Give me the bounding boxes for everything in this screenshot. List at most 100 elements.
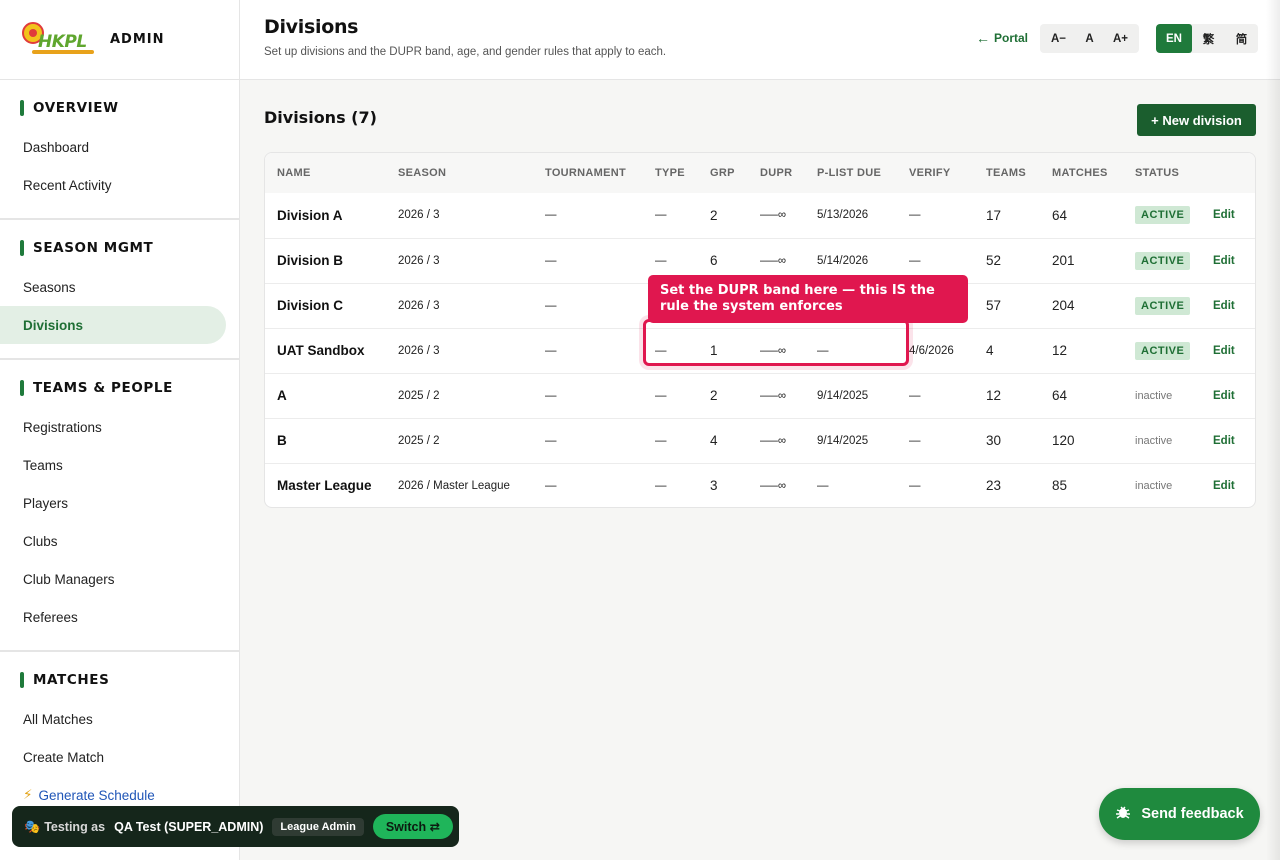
table-row[interactable]: A 2025 / 2 — — 2 —–∞ 9/14/2025 — 12 64 inactive Edi… — [265, 373, 1255, 418]
nav-section-overview: OVERVIEW Dashboard Recent Activity — [0, 80, 239, 220]
season-cell: 2025 / 2 — [398, 434, 440, 447]
lang-en-button[interactable]: EN — [1156, 24, 1192, 53]
sidebar-item-recent-activity[interactable]: Recent Activity — [0, 166, 226, 204]
type-cell: — — [655, 389, 667, 402]
type-cell: — — [655, 209, 667, 222]
status-cell: ACTIVE — [1123, 238, 1201, 283]
matches-cell: 12 — [1052, 343, 1068, 358]
font-increase-button[interactable]: A+ — [1105, 26, 1136, 51]
dupr-cell: —–∞ — [760, 434, 787, 447]
season-cell: 2026 / 3 — [398, 299, 440, 312]
status-badge: inactive — [1135, 479, 1173, 492]
column-header: NAME — [277, 167, 311, 179]
edit-link[interactable]: Edit — [1213, 345, 1235, 357]
hkpl-logo[interactable]: HKPL — [20, 20, 96, 60]
sidebar-item-create-match[interactable]: Create Match — [0, 738, 226, 776]
tournament-cell: — — [545, 479, 557, 492]
season-cell: 2026 / 3 — [398, 344, 440, 357]
edit-link[interactable]: Edit — [1213, 255, 1235, 267]
edit-link[interactable]: Edit — [1213, 300, 1235, 312]
table-row[interactable]: UAT Sandbox 2026 / 3 — — 1 —–∞ — 4/6/2026 4 12 ACT… — [265, 328, 1255, 373]
teams-cell: 30 — [986, 433, 1002, 448]
division-name-cell: UAT Sandbox — [277, 343, 365, 358]
status-badge: inactive — [1135, 389, 1173, 402]
edit-link[interactable]: Edit — [1213, 209, 1235, 221]
matches-cell: 85 — [1052, 478, 1068, 494]
divisions-table-card: NAME SEASON TOURNAMENT TYPE GRP DUPR P-LIST DU… — [264, 152, 1256, 508]
matches-cell: 120 — [1052, 433, 1075, 448]
sidebar-item-registrations[interactable]: Registrations — [0, 408, 226, 446]
tournament-cell: — — [545, 389, 557, 402]
status-badge: ACTIVE — [1135, 206, 1191, 225]
status-cell: ACTIVE — [1123, 328, 1201, 373]
dupr-cell: —–∞ — [760, 209, 787, 222]
new-division-button[interactable]: + New division — [1137, 104, 1256, 136]
sidebar-item-all-matches[interactable]: All Matches — [0, 700, 226, 738]
column-header: STATUS — [1135, 167, 1180, 179]
sidebar-item-seasons[interactable]: Seasons — [0, 268, 226, 306]
dupr-cell: —–∞ — [760, 344, 787, 357]
sidebar-item-divisions[interactable]: Divisions — [0, 306, 226, 344]
nav-section-matches: MATCHES All Matches Create Match ⚡ Gener… — [0, 652, 239, 828]
nav-section-season-mgmt: SEASON MGMT Seasons Divisions — [0, 220, 239, 360]
sidebar-item-label: Generate Schedule — [38, 787, 155, 803]
section-title: OVERVIEW — [33, 100, 119, 116]
onboarding-tooltip: Set the DUPR band here — this IS the rul… — [648, 275, 968, 323]
sidebar-item-club-managers[interactable]: Club Managers — [0, 560, 226, 598]
edit-link[interactable]: Edit — [1213, 390, 1235, 402]
table-row[interactable]: Division A 2026 / 3 — — 2 —–∞ 5/13/2026 — 17 64 AC… — [265, 193, 1255, 238]
portal-link[interactable]: ← Portal — [976, 30, 1028, 46]
edit-link[interactable]: Edit — [1213, 480, 1235, 492]
bug-icon — [1115, 804, 1131, 824]
sidebar-item-referees[interactable]: Referees — [0, 598, 226, 636]
matches-cell: 64 — [1052, 207, 1068, 223]
testing-label: Testing as — [44, 819, 106, 834]
role-badge: League Admin — [272, 817, 364, 836]
table-row[interactable]: Master League 2026 / Master League — — 3 —–∞ —… — [265, 463, 1255, 507]
action-cell: Edit — [1201, 328, 1255, 373]
grp-cell: 2 — [710, 388, 718, 403]
verify-cell: — — [909, 389, 921, 402]
division-name-cell: B — [277, 433, 287, 448]
lang-simplified-chinese-button[interactable]: 简 — [1225, 24, 1258, 53]
dupr-cell: —–∞ — [760, 389, 787, 402]
column-header: TOURNAMENT — [545, 167, 627, 179]
font-decrease-button[interactable]: A− — [1043, 26, 1074, 51]
plist-due-cell: 9/14/2025 — [817, 389, 869, 402]
division-name-cell: Division B — [277, 253, 344, 268]
portal-link-label: Portal — [994, 31, 1029, 45]
status-badge: ACTIVE — [1135, 341, 1191, 360]
switch-user-button[interactable]: Switch ⇄ — [372, 814, 454, 839]
send-feedback-button[interactable]: Send feedback — [1099, 788, 1260, 840]
divisions-table: NAME SEASON TOURNAMENT TYPE GRP DUPR P-LIST DU… — [265, 153, 1255, 507]
page-title: Divisions — [264, 16, 359, 38]
brand: HKPL ADMIN — [0, 0, 239, 80]
dupr-cell: —–∞ — [760, 479, 787, 492]
sidebar-item-teams[interactable]: Teams — [0, 446, 226, 484]
section-title: MATCHES — [33, 672, 110, 688]
edit-link[interactable]: Edit — [1213, 435, 1235, 447]
font-reset-button[interactable]: A — [1074, 26, 1105, 51]
brand-title: ADMIN — [110, 32, 165, 47]
tournament-cell: — — [545, 299, 557, 312]
font-size-controls: A− A A+ — [1040, 24, 1139, 53]
lang-traditional-chinese-button[interactable]: 繁 — [1192, 24, 1225, 53]
verify-cell: 4/6/2026 — [909, 344, 954, 357]
status-cell: inactive — [1123, 463, 1201, 507]
action-cell: Edit — [1201, 373, 1255, 418]
table-row[interactable]: B 2025 / 2 — — 4 —–∞ 9/14/2025 — 30 120 inactive Ed… — [265, 418, 1255, 463]
tournament-cell: — — [545, 434, 557, 447]
matches-cell: 204 — [1052, 298, 1075, 313]
season-cell: 2026 / Master League — [398, 479, 510, 492]
sidebar-item-clubs[interactable]: Clubs — [0, 522, 226, 560]
grp-cell: 2 — [710, 207, 718, 223]
testing-user: QA Test (SUPER_ADMIN) — [114, 819, 264, 834]
section-accent-bar — [20, 240, 24, 256]
matches-cell: 201 — [1052, 253, 1075, 268]
main-content: Divisions (7) + New division NAME SEASON T… — [240, 80, 1280, 860]
tournament-cell: — — [545, 344, 557, 357]
sidebar-item-dashboard[interactable]: Dashboard — [0, 128, 226, 166]
sidebar-item-players[interactable]: Players — [0, 484, 226, 522]
teams-cell: 57 — [986, 298, 1002, 313]
send-feedback-label: Send feedback — [1141, 806, 1244, 822]
